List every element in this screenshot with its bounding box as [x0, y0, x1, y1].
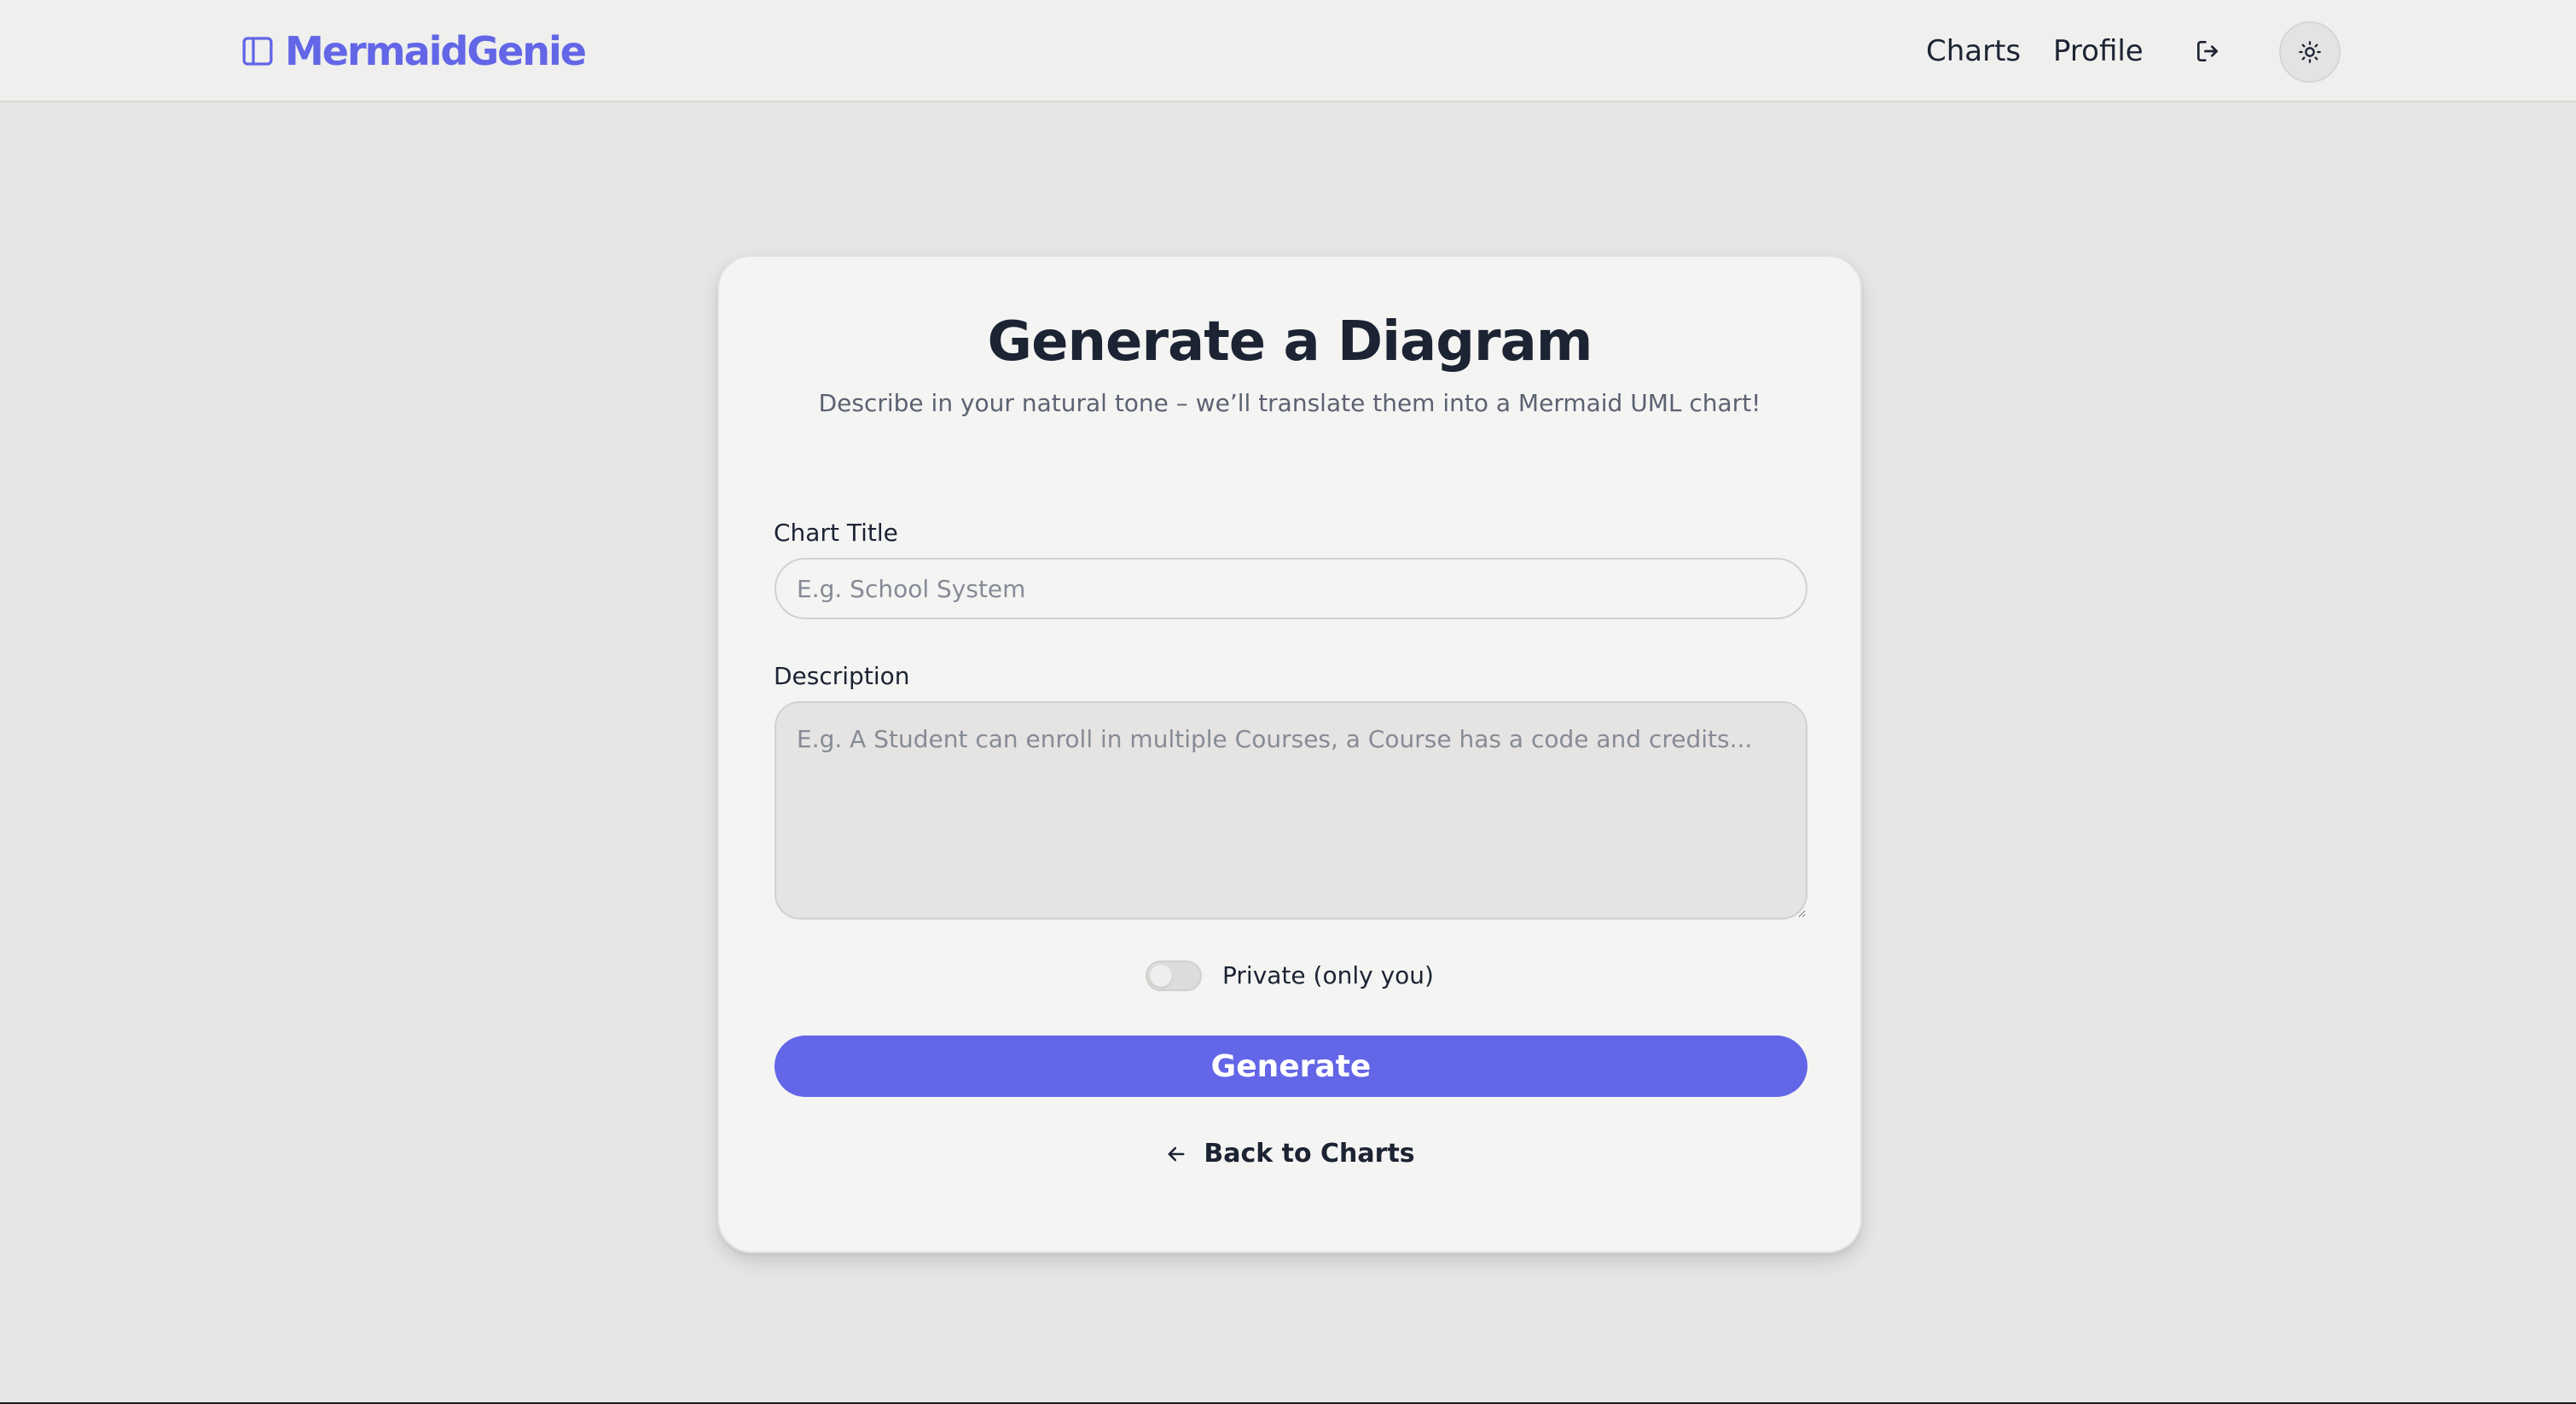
toggle-knob: [1150, 965, 1173, 987]
back-to-charts-link[interactable]: Back to Charts: [719, 1135, 1860, 1173]
description-label: Description: [774, 662, 910, 690]
private-toggle-row: Private (only you): [719, 959, 1860, 993]
private-toggle[interactable]: [1146, 960, 1203, 991]
brand-logo-link[interactable]: MermaidGenie: [241, 27, 587, 75]
top-navbar: MermaidGenie Charts Profile: [0, 0, 2576, 102]
nav-charts-link[interactable]: Charts: [1926, 31, 2021, 72]
generate-diagram-card: Generate a Diagram Describe in your natu…: [717, 255, 1862, 1253]
sidebar-panel-icon[interactable]: [241, 34, 275, 68]
private-toggle-label[interactable]: Private (only you): [1222, 959, 1434, 993]
chart-title-input[interactable]: [775, 558, 1807, 619]
logout-icon: [2197, 41, 2218, 61]
chart-title-label: Chart Title: [774, 519, 898, 547]
description-textarea[interactable]: [775, 701, 1807, 920]
arrow-left-icon: [1168, 1146, 1185, 1162]
sun-icon: [2299, 41, 2321, 63]
back-to-charts-label: Back to Charts: [1204, 1139, 1415, 1169]
brand-name[interactable]: MermaidGenie: [285, 27, 587, 75]
logout-button[interactable]: [2189, 32, 2226, 70]
page-subtitle: Describe in your natural tone – we’ll tr…: [818, 389, 1761, 417]
theme-toggle-button[interactable]: [2279, 21, 2341, 83]
page-title: Generate a Diagram: [987, 310, 1593, 374]
generate-button[interactable]: Generate: [775, 1036, 1807, 1097]
nav-profile-link[interactable]: Profile: [2053, 31, 2144, 72]
